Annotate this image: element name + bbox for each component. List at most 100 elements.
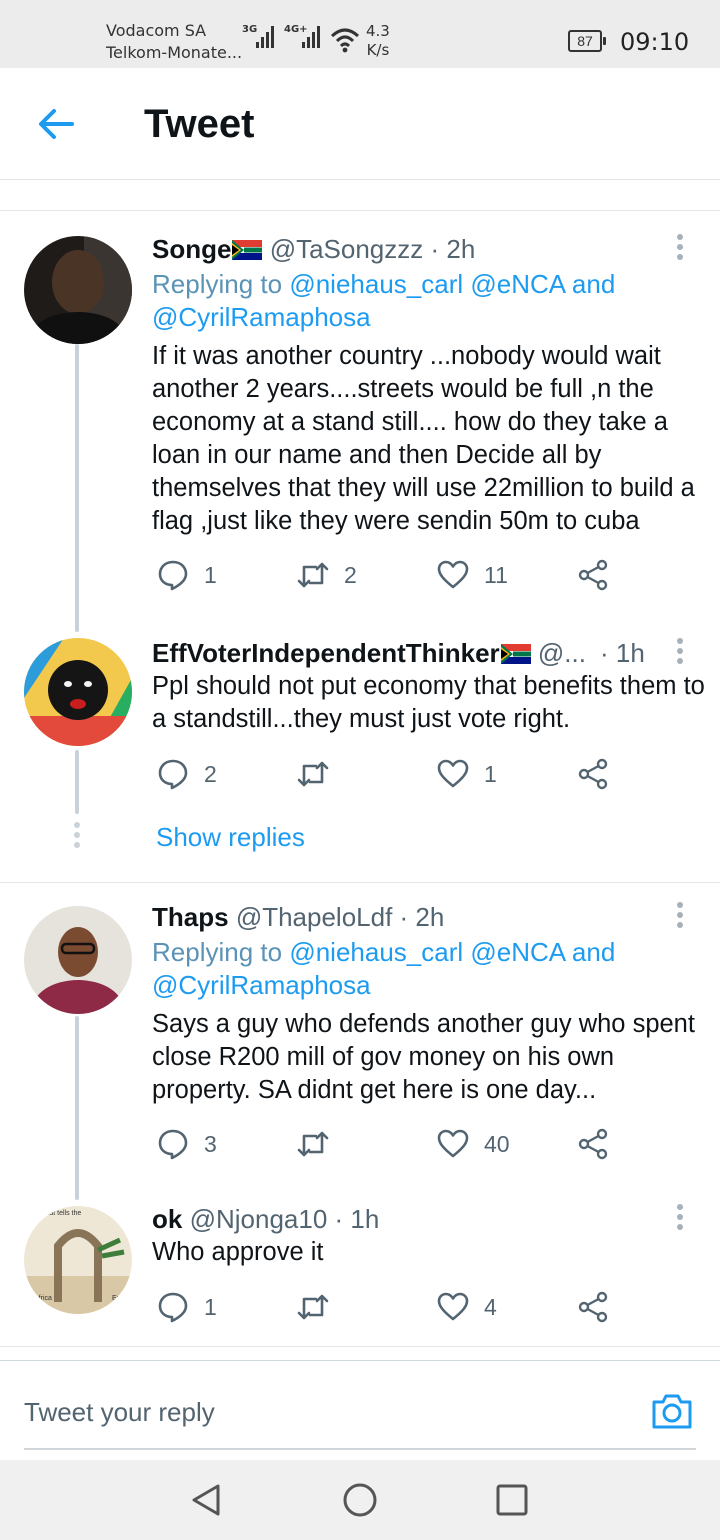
- author-handle[interactable]: @TaSongzzz: [270, 234, 424, 264]
- avatar[interactable]: [24, 906, 132, 1014]
- share-icon: [578, 758, 608, 790]
- divider: [0, 1346, 720, 1347]
- more-button[interactable]: [676, 234, 684, 260]
- nav-home-button[interactable]: [340, 1480, 380, 1520]
- share-button[interactable]: [576, 1124, 610, 1164]
- nav-back-icon: [192, 1484, 220, 1516]
- author-name[interactable]: EffVoterIndependentThinker: [152, 638, 500, 668]
- share-button[interactable]: [576, 754, 610, 794]
- like-count: 11: [484, 561, 508, 588]
- divider: [0, 882, 720, 883]
- clock: 09:10: [620, 28, 690, 56]
- like-icon: [437, 1129, 469, 1158]
- author-name[interactable]: Thaps: [152, 902, 229, 932]
- top-app-bar: Tweet: [0, 68, 720, 180]
- mention-links[interactable]: @niehaus_carl @eNCA: [289, 269, 564, 299]
- avatar-caption: cture that tells the: [26, 1210, 81, 1217]
- tweet-time: · 1h: [600, 638, 645, 668]
- reply-count: 3: [204, 1130, 217, 1157]
- like-icon: [437, 560, 469, 589]
- author-name[interactable]: ok: [152, 1204, 182, 1234]
- carrier-info: Vodacom SA Telkom-Monate...: [106, 20, 242, 64]
- retweet-icon: [297, 1131, 329, 1157]
- retweet-icon: [297, 1294, 329, 1320]
- tweet-text: Who approve it: [152, 1238, 324, 1266]
- like-button[interactable]: 4: [436, 1287, 497, 1327]
- retweet-button[interactable]: 2: [296, 555, 357, 595]
- carrier-2: Telkom-Monate...: [106, 43, 243, 62]
- tweet-actions: 2 1: [152, 754, 632, 794]
- reply-icon: [158, 759, 188, 790]
- reply-button[interactable]: 3: [156, 1124, 217, 1164]
- reply-icon: [158, 1292, 188, 1323]
- like-button[interactable]: 1: [436, 754, 497, 794]
- thread-line: [75, 1016, 79, 1200]
- network-speed: 4.3 K/s: [366, 22, 390, 59]
- tweet-time: · 2h: [430, 234, 476, 264]
- share-icon: [578, 1291, 608, 1323]
- like-icon: [437, 759, 469, 788]
- author-handle[interactable]: @ThapeloLdf: [236, 902, 393, 932]
- like-count: 4: [484, 1293, 497, 1320]
- tweet-actions: 3 40: [152, 1124, 632, 1164]
- author-handle[interactable]: @...: [538, 638, 586, 668]
- more-button[interactable]: [676, 902, 684, 928]
- like-count: 1: [484, 760, 497, 787]
- reply-input[interactable]: Tweet your reply: [24, 1397, 215, 1428]
- tweet-actions: 1 2 11: [152, 555, 632, 595]
- share-button[interactable]: [576, 1287, 610, 1327]
- thread-line: [75, 750, 79, 814]
- more-button[interactable]: [676, 1204, 684, 1230]
- mention-links[interactable]: @niehaus_carl @eNCA: [289, 937, 564, 967]
- share-button[interactable]: [576, 555, 610, 595]
- nav-recents-button[interactable]: [492, 1480, 532, 1520]
- replying-to: Replying to @niehaus_carl @eNCA and @Cyr…: [152, 937, 616, 1000]
- retweet-icon: [297, 761, 329, 787]
- nav-recents-icon: [496, 1484, 528, 1516]
- tweet-time: · 1h: [334, 1204, 380, 1234]
- reply-count: 1: [204, 561, 217, 588]
- reply-button[interactable]: 2: [156, 754, 217, 794]
- author-name[interactable]: Songe: [152, 234, 231, 264]
- system-nav-bar: [0, 1460, 720, 1540]
- tweet-text: Ppl should not put economy that benefits…: [152, 672, 705, 733]
- reply-button[interactable]: 1: [156, 1287, 217, 1327]
- mention-link[interactable]: @CyrilRamaphosa: [152, 970, 371, 1000]
- like-icon: [437, 1292, 469, 1321]
- share-icon: [578, 559, 608, 591]
- camera-icon: [652, 1394, 692, 1429]
- retweet-button[interactable]: [296, 1124, 330, 1164]
- reply-composer: Tweet your reply: [0, 1360, 720, 1460]
- retweet-button[interactable]: [296, 754, 330, 794]
- tweet-text: If it was another country ...nobody woul…: [152, 342, 695, 535]
- signal-4g-icon: 4G+: [284, 24, 324, 57]
- tweet-header: ok @Njonga10 · 1h: [152, 1204, 379, 1235]
- reply-count: 2: [204, 760, 217, 787]
- author-handle[interactable]: @Njonga10: [190, 1204, 328, 1234]
- mention-link[interactable]: @CyrilRamaphosa: [152, 302, 371, 332]
- avatar[interactable]: [24, 236, 132, 344]
- replying-to: Replying to @niehaus_carl @eNCA and @Cyr…: [152, 269, 616, 332]
- thread-dots: [73, 822, 81, 852]
- retweet-count: 2: [344, 561, 357, 588]
- retweet-button[interactable]: [296, 1287, 330, 1327]
- camera-button[interactable]: [650, 1391, 694, 1431]
- avatar[interactable]: [24, 638, 132, 746]
- carrier-1: Vodacom SA: [106, 21, 207, 40]
- avatar[interactable]: cture that tells the Africa Eu: [24, 1206, 132, 1314]
- show-replies-link[interactable]: Show replies: [156, 822, 305, 853]
- tweet-header: Thaps @ThapeloLdf · 2h: [152, 902, 444, 933]
- avatar-label-right: Eu: [112, 1295, 121, 1302]
- retweet-icon: [297, 562, 329, 588]
- south-africa-flag-icon: [500, 644, 531, 664]
- like-button[interactable]: 40: [436, 1124, 510, 1164]
- more-button[interactable]: [676, 638, 684, 664]
- battery-indicator: 87: [568, 30, 606, 52]
- wifi-icon: [330, 26, 360, 59]
- tweet-time: · 2h: [399, 902, 445, 932]
- thread-line: [75, 344, 79, 632]
- nav-back-button[interactable]: [186, 1480, 226, 1520]
- reply-button[interactable]: 1: [156, 555, 217, 595]
- like-button[interactable]: 11: [436, 555, 508, 595]
- back-button[interactable]: [34, 106, 78, 142]
